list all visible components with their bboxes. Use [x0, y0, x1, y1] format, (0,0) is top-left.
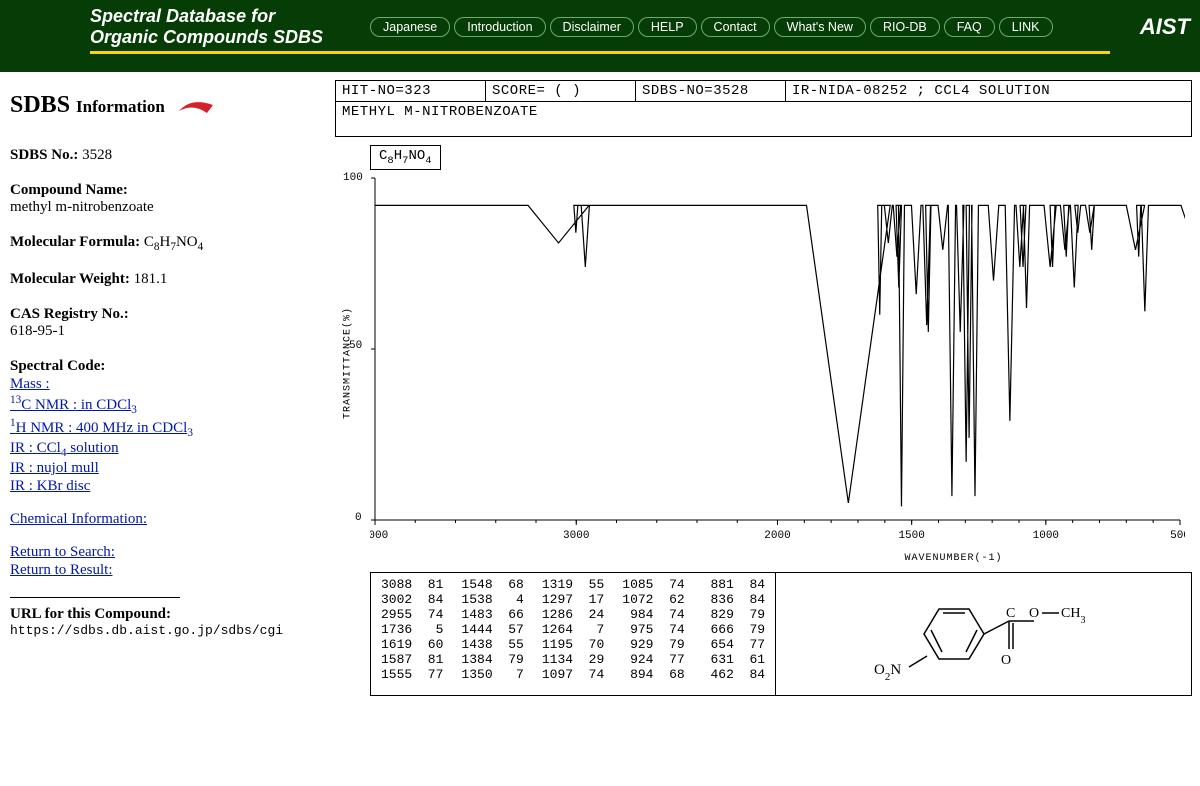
nav-contact[interactable]: Contact — [701, 17, 770, 37]
mf-value: C8H7NO4 — [144, 234, 203, 250]
svg-text:500: 500 — [1170, 530, 1185, 542]
ytick-0: 0 — [355, 512, 362, 524]
aist-logo: AIST — [1140, 14, 1190, 40]
mf-label: Molecular Formula: — [10, 234, 140, 250]
svg-text:O: O — [1029, 606, 1039, 621]
url-value: https://sdbs.db.aist.go.jp/sdbs/cgi — [10, 623, 325, 638]
link-return-result[interactable]: Return to Result: — [10, 562, 113, 578]
spectrum-header-box: HIT-NO=323 SCORE= ( ) SDBS-NO=3528 IR-NI… — [335, 80, 1192, 137]
nav-disclaimer[interactable]: Disclaimer — [550, 17, 634, 37]
info-panel: SDBS Information SDBS No.: 3528 Compound… — [0, 72, 335, 704]
title-line2: Organic Compounds SDBS — [90, 27, 350, 48]
link-c13-nmr[interactable]: 13C NMR : in CDCl3 — [10, 397, 137, 413]
formula-box: C8H7NO4 — [370, 145, 441, 170]
ir-chart: TRANSMITTANCE(%) 100 50 0 4000 3000 2000 15… — [335, 170, 1192, 555]
svg-text:1000: 1000 — [1033, 530, 1059, 542]
compound-name: methyl m-nitrobenzoate — [10, 199, 154, 215]
svg-text:4000: 4000 — [370, 530, 388, 542]
peak-table-area: 3088 813002 842955 741736 51619 601587 8… — [370, 572, 1192, 696]
nav-what-s-new[interactable]: What's New — [774, 17, 866, 37]
ir-id: IR-NIDA-08252 ; CCL4 SOLUTION — [786, 81, 1191, 101]
divider — [10, 597, 180, 598]
svg-text:O: O — [1001, 653, 1011, 668]
cas-value: 618-95-1 — [10, 323, 65, 339]
y-axis-label: TRANSMITTANCE(%) — [343, 307, 354, 419]
compound-header: METHYL M-NITROBENZOATE — [336, 102, 1191, 122]
hit-no: HIT-NO=323 — [336, 81, 486, 101]
spec-code-label: Spectral Code: — [10, 358, 105, 374]
nav-help[interactable]: HELP — [638, 17, 697, 37]
sdbs-no-label: SDBS No.: — [10, 147, 78, 163]
link-return-search[interactable]: Return to Search: — [10, 544, 115, 560]
cas-label: CAS Registry No.: — [10, 306, 129, 322]
score: SCORE= ( ) — [486, 81, 636, 101]
sdbs-no-hdr: SDBS-NO=3528 — [636, 81, 786, 101]
link-mass[interactable]: Mass : — [10, 376, 50, 392]
sdbs-no: 3528 — [82, 147, 112, 163]
link-h1-nmr[interactable]: 1H NMR : 400 MHz in CDCl3 — [10, 420, 193, 436]
svg-text:1500: 1500 — [898, 530, 924, 542]
mw-value: 181.1 — [134, 271, 168, 287]
top-nav: JapaneseIntroductionDisclaimerHELPContac… — [370, 17, 1136, 37]
svg-text:C: C — [1006, 606, 1015, 621]
link-ir-ccl4[interactable]: IR : CCl4 solution — [10, 440, 119, 456]
nav-japanese[interactable]: Japanese — [370, 17, 450, 37]
site-title: Spectral Database for Organic Compounds … — [90, 6, 350, 47]
title-line1: Spectral Database for — [90, 6, 350, 27]
structure-diagram: O2N O C O CH3 — [776, 573, 1191, 695]
link-chem-info[interactable]: Chemical Information: — [10, 511, 147, 527]
nav-introduction[interactable]: Introduction — [454, 17, 545, 37]
panel-heading: SDBS Information — [10, 92, 325, 119]
heading-sub: Information — [76, 97, 165, 116]
svg-text:3000: 3000 — [563, 530, 589, 542]
peak-table: 3088 813002 842955 741736 51619 601587 8… — [371, 573, 776, 695]
svg-text:2000: 2000 — [764, 530, 790, 542]
svg-text:CH3: CH3 — [1061, 606, 1085, 626]
nav-link[interactable]: LINK — [999, 17, 1053, 37]
nav-faq[interactable]: FAQ — [944, 17, 995, 37]
link-ir-kbr[interactable]: IR : KBr disc — [10, 478, 90, 494]
top-header: Spectral Database for Organic Compounds … — [0, 0, 1200, 72]
svg-text:O2N: O2N — [874, 662, 901, 683]
ytick-100: 100 — [343, 172, 363, 184]
spectral-links: Spectral Code: Mass : 13C NMR : in CDCl3… — [10, 358, 325, 579]
link-ir-nujol[interactable]: IR : nujol mull — [10, 460, 99, 476]
url-label: URL for this Compound: — [10, 606, 171, 622]
nav-rio-db[interactable]: RIO-DB — [870, 17, 940, 37]
swoosh-icon — [177, 99, 215, 115]
ir-spectrum-svg: 4000 3000 2000 1500 1000 500 — [370, 170, 1185, 550]
ytick-50: 50 — [349, 340, 362, 352]
mw-label: Molecular Weight: — [10, 271, 130, 287]
compound-name-label: Compound Name: — [10, 182, 128, 198]
spectrum-panel: HIT-NO=323 SCORE= ( ) SDBS-NO=3528 IR-NI… — [335, 72, 1200, 704]
heading-main: SDBS — [10, 92, 70, 118]
